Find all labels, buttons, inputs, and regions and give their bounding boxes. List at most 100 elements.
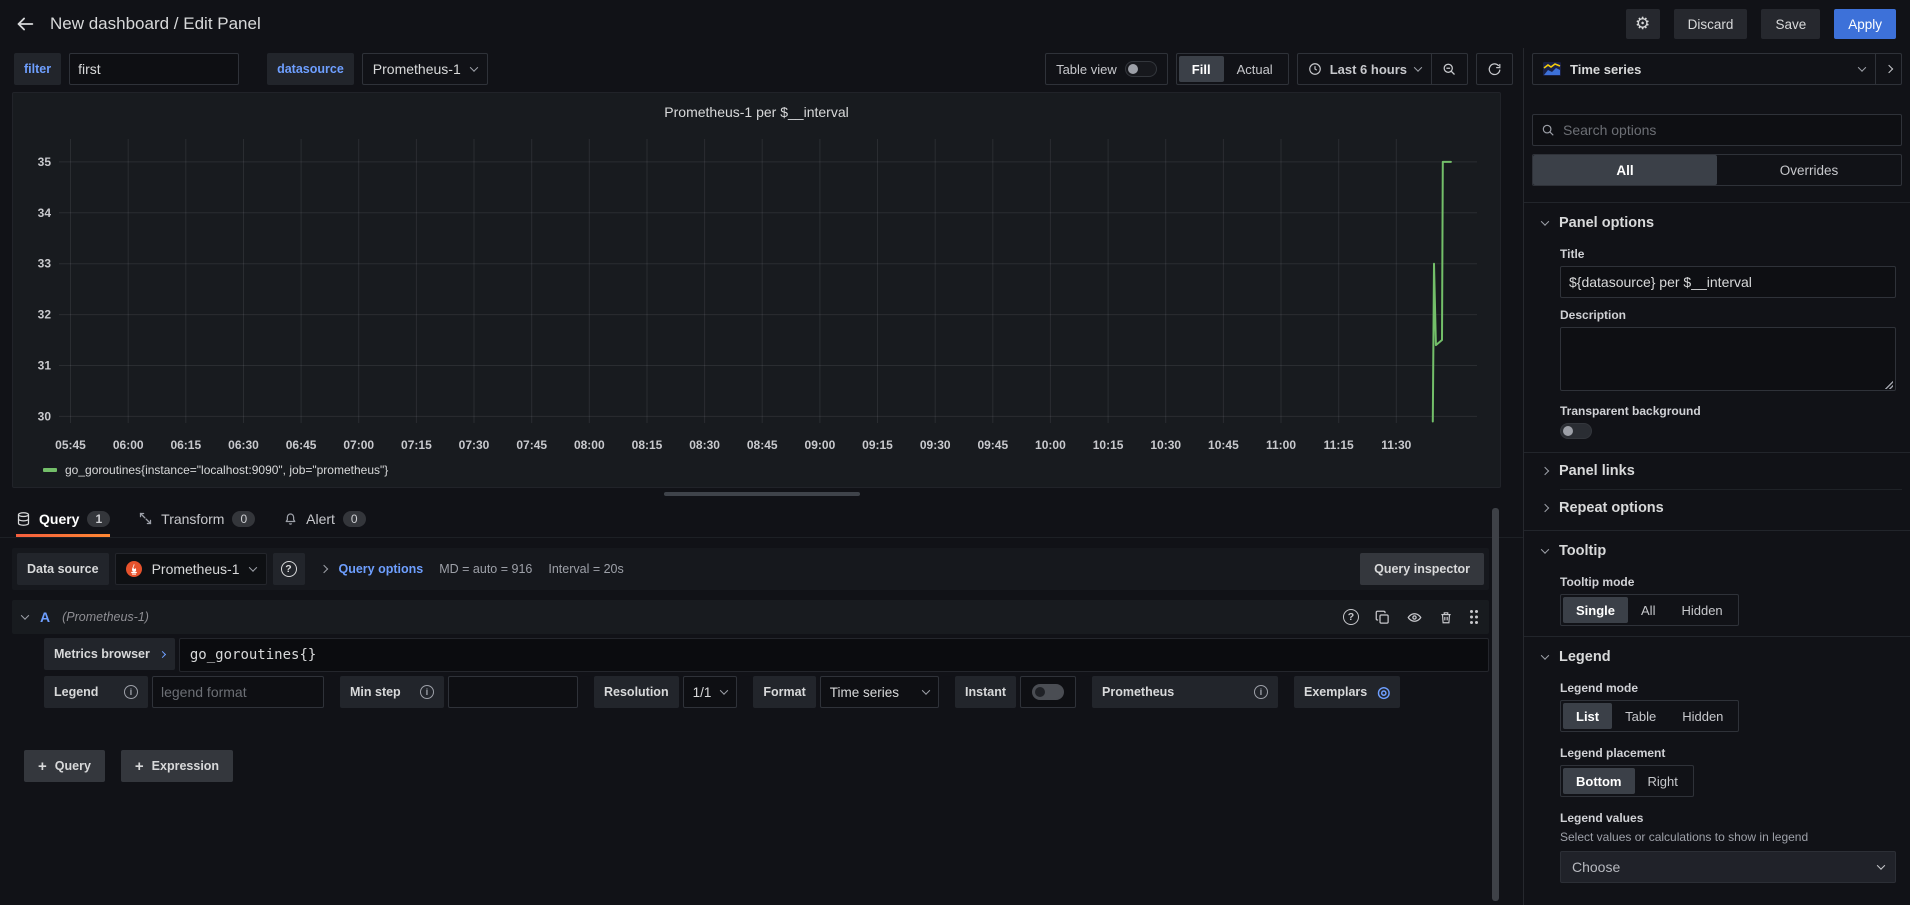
options-search-input[interactable] [1532,114,1902,146]
chevron-down-icon [1541,217,1549,225]
series-legend-label: go_goroutines{instance="localhost:9090",… [65,463,388,477]
title-field-label: Title [1560,247,1896,261]
legend-format-input[interactable] [152,676,324,708]
section-repeat-options[interactable]: Repeat options [1532,490,1902,526]
time-range-value: Last 6 hours [1330,62,1407,77]
disable-query-button[interactable] [1406,610,1423,625]
table-view-toggle-group: Table view [1045,53,1168,85]
section-panel-options[interactable]: Panel options [1532,203,1902,237]
series-legend[interactable]: go_goroutines{instance="localhost:9090",… [25,460,1488,480]
zoom-out-button[interactable] [1431,54,1467,84]
search-icon [1541,123,1555,137]
query-help-button[interactable]: ? [1343,609,1359,625]
format-label: Format [753,676,815,708]
add-expression-button[interactable]: +Expression [121,750,233,782]
panel-settings-button[interactable]: ⚙ [1626,9,1660,39]
svg-text:06:00: 06:00 [113,438,144,452]
datasource-variable-picker[interactable]: Prometheus-1 [362,53,488,85]
instant-toggle[interactable] [1032,684,1064,700]
visualization-picker-main[interactable]: Time series [1533,54,1875,84]
tab-all[interactable]: All [1533,155,1717,185]
table-view-toggle[interactable] [1125,61,1157,77]
section-panel-links[interactable]: Panel links [1532,453,1902,489]
svg-text:10:30: 10:30 [1150,438,1181,452]
query-ref-id[interactable]: A [40,609,50,625]
section-legend[interactable]: Legend [1532,637,1902,671]
legend-mode-list[interactable]: List [1563,703,1612,729]
transparent-background-toggle[interactable] [1560,423,1592,439]
gear-icon: ⚙ [1635,14,1650,34]
datasource-variable-label[interactable]: datasource [267,53,354,85]
svg-text:11:00: 11:00 [1266,438,1296,452]
chevron-down-icon [1877,861,1885,869]
tab-transform[interactable]: Transform 0 [138,500,255,537]
min-step-input[interactable] [448,676,578,708]
pane-splitter-handle[interactable] [664,492,860,496]
info-icon: i [420,685,434,699]
remove-query-button[interactable] [1439,610,1453,625]
fill-actual-switch: Fill Actual [1176,53,1289,85]
section-tooltip[interactable]: Tooltip [1532,531,1902,565]
metrics-browser-button[interactable]: Metrics browser [44,638,175,670]
apply-button[interactable]: Apply [1834,9,1896,39]
discard-button[interactable]: Discard [1674,9,1748,39]
datasource-help-button[interactable]: ? [273,553,305,585]
query-datasource-value: Prometheus-1 [152,561,240,577]
editor-scrollbar[interactable] [1492,508,1499,901]
info-icon: i [124,685,138,699]
duplicate-query-button[interactable] [1375,610,1390,625]
query-editor-body: Metrics browser Legendi Min stepi Resolu… [12,638,1489,708]
editor-pane: Prometheus-1 per $__interval 30313233343… [0,90,1523,905]
tab-query[interactable]: Query 1 [16,500,110,537]
back-arrow-icon[interactable] [14,13,36,35]
actual-option[interactable]: Actual [1224,56,1286,82]
legend-placement-right[interactable]: Right [1635,768,1691,794]
filter-variable-input[interactable] [69,53,239,85]
tab-overrides[interactable]: Overrides [1717,155,1901,185]
query-footer-actions: +Query +Expression [24,750,1489,782]
query-count-badge: 1 [87,511,110,527]
legend-mode-table[interactable]: Table [1612,703,1669,729]
query-datasource-picker[interactable]: Prometheus-1 [115,553,267,585]
options-filter-tabs: All Overrides [1532,154,1902,186]
panel-title-input[interactable] [1560,266,1896,298]
database-icon [16,511,31,527]
legend-values-label: Legend values [1560,811,1896,825]
query-row-header: A (Prometheus-1) ? [12,600,1489,634]
svg-text:34: 34 [38,206,52,220]
query-inspector-button[interactable]: Query inspector [1360,553,1484,585]
svg-text:09:30: 09:30 [920,438,951,452]
time-range-picker[interactable]: Last 6 hours [1298,54,1431,84]
query-options-bar: Data source Prometheus-1 ? Query options… [12,548,1489,590]
format-select[interactable]: Time series [820,676,939,708]
min-step-label: Min stepi [340,676,444,708]
tooltip-mode-single[interactable]: Single [1563,597,1628,623]
promql-expression-input[interactable] [179,638,1489,672]
fill-option[interactable]: Fill [1179,56,1224,82]
svg-text:06:15: 06:15 [170,438,201,452]
tab-transform-label: Transform [161,511,224,527]
filter-variable-label[interactable]: filter [14,53,61,85]
query-options-link[interactable]: Query options [339,562,424,576]
tooltip-mode-all[interactable]: All [1628,597,1668,623]
legend-mode-group: List Table Hidden [1560,700,1739,732]
chevron-down-icon [248,563,256,571]
legend-values-select[interactable]: Choose [1560,851,1896,883]
save-button[interactable]: Save [1761,9,1820,39]
panel-title: Prometheus-1 per $__interval [25,99,1488,127]
refresh-button[interactable] [1476,53,1513,85]
tooltip-mode-hidden[interactable]: Hidden [1668,597,1735,623]
exemplars-toggle[interactable]: Exemplars ◎ [1294,676,1400,708]
resolution-select[interactable]: 1/1 [683,676,738,708]
eye-icon [1406,610,1423,625]
panel-description-textarea[interactable] [1560,327,1896,391]
viz-suggestions-button[interactable] [1875,54,1901,84]
tab-alert[interactable]: Alert 0 [283,500,365,537]
drag-handle[interactable] [1469,609,1479,625]
transform-icon [138,511,153,526]
max-data-points-text: MD = auto = 916 [439,562,532,576]
legend-mode-hidden[interactable]: Hidden [1669,703,1736,729]
collapse-query-icon[interactable] [21,611,29,619]
legend-placement-bottom[interactable]: Bottom [1563,768,1635,794]
add-query-button[interactable]: +Query [24,750,105,782]
